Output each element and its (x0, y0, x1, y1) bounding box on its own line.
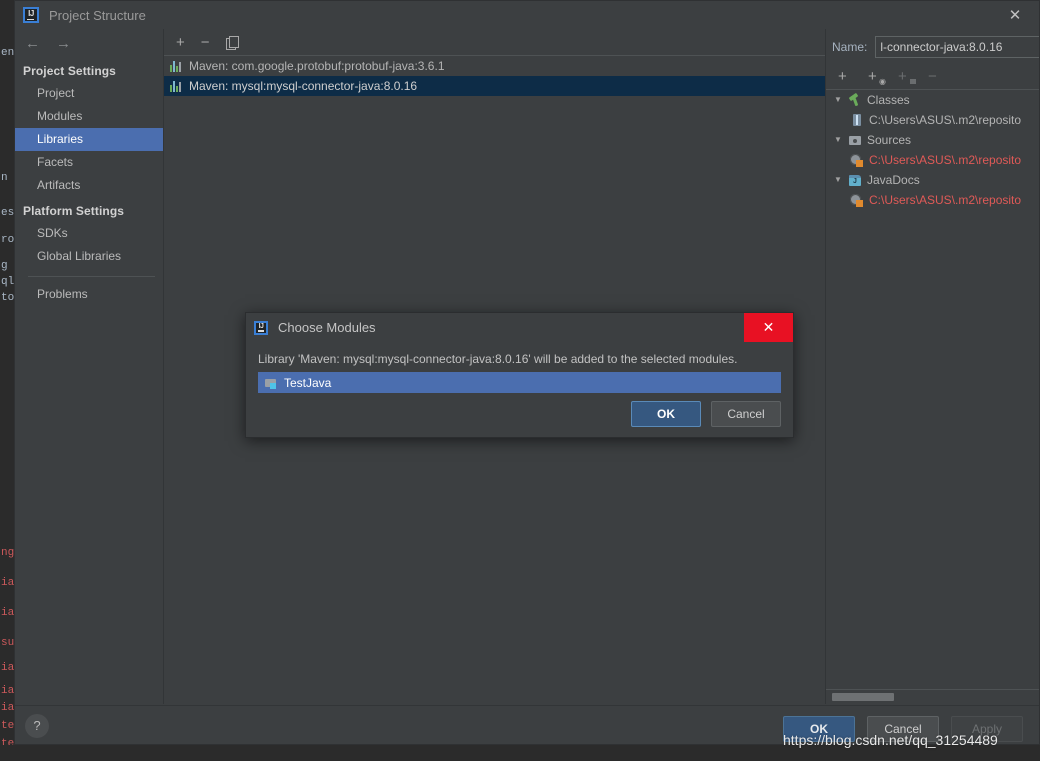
background-code-fragment: g (1, 260, 8, 272)
help-button[interactable]: ? (25, 714, 49, 738)
tree-node-javadocs[interactable]: ▼ JavaDocs (826, 170, 1039, 190)
background-code-fragment: ia (1, 607, 14, 619)
tree-leaf-sources-path[interactable]: C:\Users\ASUS\.m2\reposito (826, 150, 1039, 170)
tree-node-label: Sources (867, 133, 912, 147)
detail-horizontal-scrollbar[interactable] (826, 689, 1039, 704)
choose-modules-dialog: IJ Choose Modules ✕ Library 'Maven: mysq… (245, 312, 794, 438)
tree-leaf-javadocs-path[interactable]: C:\Users\ASUS\.m2\reposito (826, 190, 1039, 210)
remove-library-icon[interactable]: − (201, 35, 210, 50)
sidebar-item-global-libraries[interactable]: Global Libraries (15, 245, 163, 268)
background-code-fragment: ia (1, 702, 14, 714)
tree-node-label: Classes (867, 93, 910, 107)
back-arrow-icon[interactable]: ← (25, 36, 40, 51)
tree-leaf-classes-path[interactable]: C:\Users\ASUS\.m2\reposito (826, 110, 1039, 130)
sidebar-divider (28, 276, 155, 277)
dialog-close-icon[interactable]: ✕ (744, 313, 793, 342)
maven-bars-icon (170, 60, 183, 72)
hammer-icon (848, 93, 862, 107)
library-name-row: Name: (826, 29, 1039, 65)
library-roots-tree[interactable]: ▼ Classes C:\Users\ASUS\.m2\reposito ▼ S… (826, 90, 1039, 686)
library-roots-toolbar: + + ◉ + − (826, 65, 1039, 90)
folder-javadocs-icon (848, 173, 862, 187)
sidebar-item-problems[interactable]: Problems (15, 283, 163, 306)
background-code-fragment: ia (1, 662, 14, 674)
watermark-text: https://blog.csdn.net/qq_31254489 (783, 732, 998, 748)
sidebar-navigation: ← → (15, 29, 163, 57)
dialog-ok-button[interactable]: OK (631, 401, 701, 427)
url-icon (850, 153, 864, 167)
background-code-fragment: n (1, 172, 8, 184)
background-left-code-strip: ennesrogql:tongiaiasuiaiaiatete (0, 0, 14, 761)
name-label: Name: (832, 40, 868, 54)
scrollbar-thumb[interactable] (832, 693, 894, 701)
library-list-item[interactable]: Maven: com.google.protobuf:protobuf-java… (164, 56, 825, 76)
add-url-root-icon[interactable]: + ◉ (868, 69, 886, 86)
chevron-down-icon[interactable]: ▼ (834, 96, 846, 104)
dialog-title: Choose Modules (278, 320, 376, 335)
intellij-logo-icon: IJ (254, 320, 268, 335)
library-label: Maven: mysql:mysql-connector-java:8.0.16 (189, 79, 418, 93)
chevron-down-icon[interactable]: ▼ (834, 136, 846, 144)
close-icon[interactable]: ✕ (997, 5, 1033, 27)
library-detail-panel: Name: + +◉ + − ▼ Classes C:\Users\ASUS\.… (826, 29, 1039, 704)
module-label: TestJava (284, 375, 332, 390)
settings-sidebar: ← → Project Settings Project Modules Lib… (15, 29, 164, 704)
background-code-fragment: to (1, 292, 14, 304)
dialog-titlebar: IJ Choose Modules ✕ (246, 313, 793, 342)
sidebar-group-title-platform-settings: Platform Settings (23, 204, 125, 218)
window-title: Project Structure (49, 7, 146, 23)
background-code-fragment: ro (1, 234, 14, 246)
background-code-fragment: te (1, 720, 14, 732)
sidebar-item-project[interactable]: Project (15, 82, 163, 105)
jar-icon (850, 113, 864, 127)
intellij-logo-text: IJ (258, 322, 264, 330)
sidebar-item-modules[interactable]: Modules (15, 105, 163, 128)
library-label: Maven: com.google.protobuf:protobuf-java… (189, 59, 445, 73)
add-library-icon[interactable]: + (176, 35, 185, 50)
background-code-fragment: ql: (1, 276, 14, 288)
sidebar-group-title-project-settings: Project Settings (23, 64, 116, 78)
tree-leaf-label: C:\Users\ASUS\.m2\reposito (869, 193, 1022, 207)
sidebar-item-sdks[interactable]: SDKs (15, 222, 163, 245)
background-code-fragment: en (1, 47, 14, 59)
background-code-fragment: ia (1, 685, 14, 697)
module-list-item[interactable]: TestJava (258, 372, 781, 393)
intellij-logo-icon: IJ (23, 7, 39, 23)
tree-node-classes[interactable]: ▼ Classes (826, 90, 1039, 110)
dialog-message: Library 'Maven: mysql:mysql-connector-ja… (258, 352, 738, 366)
library-list-item-selected[interactable]: Maven: mysql:mysql-connector-java:8.0.16 (164, 76, 825, 96)
tree-node-label: JavaDocs (867, 173, 920, 187)
background-code-fragment: su (1, 637, 14, 649)
url-icon (850, 193, 864, 207)
tree-node-sources[interactable]: ▼ Sources (826, 130, 1039, 150)
copy-library-icon[interactable] (225, 36, 239, 50)
chevron-down-icon[interactable]: ▼ (834, 176, 846, 184)
dialog-button-row: OK Cancel (631, 401, 781, 427)
window-titlebar: IJ Project Structure ✕ (15, 1, 1039, 29)
dialog-cancel-button[interactable]: Cancel (711, 401, 781, 427)
background-code-fragment: ng (1, 547, 14, 559)
tree-leaf-label: C:\Users\ASUS\.m2\reposito (869, 153, 1022, 167)
add-folder-root-icon: + (898, 69, 916, 84)
library-name-input[interactable] (875, 36, 1039, 58)
libraries-toolbar: + − (164, 29, 825, 55)
sidebar-item-artifacts[interactable]: Artifacts (15, 174, 163, 197)
forward-arrow-icon[interactable]: → (56, 36, 71, 51)
remove-root-icon: − (928, 68, 937, 85)
maven-bars-icon (170, 80, 183, 92)
folder-sources-icon (848, 133, 862, 147)
add-root-icon[interactable]: + (838, 69, 852, 84)
background-code-fragment: es (1, 207, 14, 219)
background-code-fragment: ia (1, 577, 14, 589)
tree-leaf-label: C:\Users\ASUS\.m2\reposito (869, 113, 1022, 127)
module-folder-icon (264, 376, 278, 390)
sidebar-item-facets[interactable]: Facets (15, 151, 163, 174)
sidebar-item-libraries[interactable]: Libraries (15, 128, 163, 151)
intellij-logo-text: IJ (28, 9, 34, 18)
